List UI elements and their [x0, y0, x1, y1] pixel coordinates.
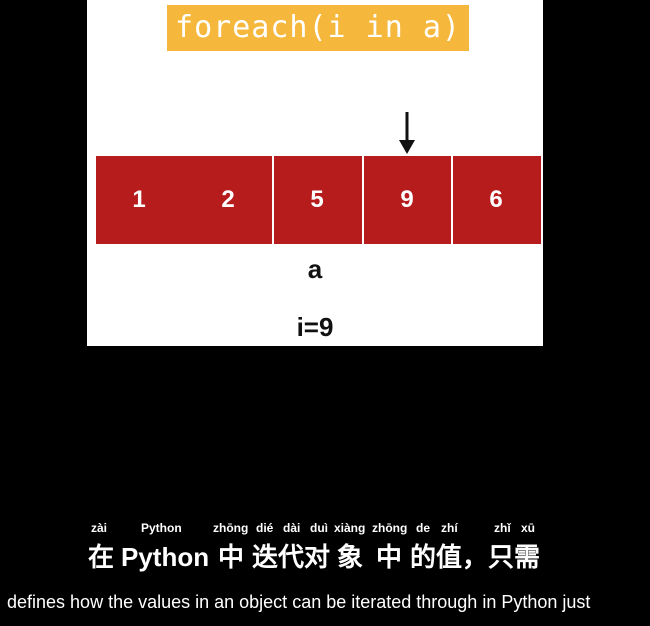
pinyin-syllable: duì — [310, 521, 328, 535]
pointer-arrow-icon — [399, 112, 415, 154]
pinyin-syllable: zhǐ — [494, 521, 511, 535]
array-value: 5 — [310, 186, 324, 213]
video-frame: foreach(i in a) 1 2 5 9 6 a i=9 — [87, 0, 543, 346]
pinyin-syllable: zhōng — [213, 521, 249, 535]
pinyin-subtitle: zài Python zhōng dié dài duì xiàng zhōng… — [0, 521, 650, 537]
pinyin-syllable: zhí — [441, 521, 458, 535]
pinyin-syllable: dié — [256, 521, 274, 535]
pinyin-syllable: xiàng — [334, 521, 366, 535]
english-subtitle: defines how the values in an object can … — [7, 592, 591, 612]
chinese-segment: 中 — [376, 542, 403, 572]
array-value: 1 — [132, 186, 146, 213]
pinyin-syllable: zài — [91, 521, 108, 535]
pinyin-syllable: Python — [141, 521, 182, 535]
chinese-segment: 在 — [88, 542, 115, 572]
iteration-state: i=9 — [296, 312, 334, 342]
chinese-segment: 迭代对 — [252, 542, 331, 572]
chinese-segment: Python — [121, 542, 210, 572]
chinese-segment: 象 — [337, 542, 364, 572]
chinese-subtitle: 在 Python 中 迭代对 象 中 的值，只需 — [0, 538, 650, 576]
pinyin-syllable: zhōng — [372, 521, 408, 535]
pinyin-syllable: de — [416, 521, 431, 535]
code-banner: foreach(i in a) — [167, 5, 469, 51]
array-value: 2 — [221, 186, 235, 213]
array-name-label: a — [307, 254, 323, 284]
pinyin-syllable: xū — [521, 521, 536, 535]
pinyin-syllable: dài — [283, 521, 301, 535]
array-visual: 1 2 5 9 6 — [96, 156, 541, 244]
chinese-segment: 的值，只需 — [410, 542, 541, 572]
chinese-segment: 中 — [218, 542, 245, 572]
array-value: 9 — [400, 186, 414, 213]
array-value: 6 — [489, 186, 503, 213]
